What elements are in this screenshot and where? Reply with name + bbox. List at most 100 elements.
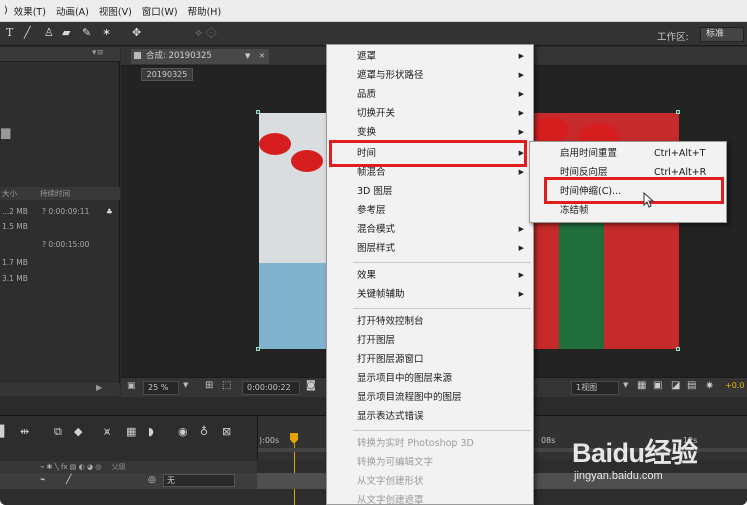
clone-stamp-icon[interactable]: ♙: [44, 26, 54, 39]
submenu-arrow-icon: ▶: [518, 290, 524, 298]
scroll-right-icon[interactable]: ▶: [96, 383, 102, 392]
frame-blending-icon[interactable]: ▦: [126, 425, 136, 438]
breadcrumb[interactable]: 20190325: [141, 68, 193, 81]
transform-handle[interactable]: [676, 110, 680, 114]
transform-handle[interactable]: [676, 347, 680, 351]
menu-item-create-masks-from-text[interactable]: 从文字创建遮罩: [327, 491, 533, 505]
toggle-pixel-icon[interactable]: ▦: [637, 380, 646, 391]
menu-item-effect[interactable]: 效果 ▶: [327, 266, 533, 285]
menu-item-reveal-in-project[interactable]: 显示项目中的图层来源: [327, 369, 533, 388]
draft-3d-icon[interactable]: ◆: [74, 425, 82, 438]
menu-item-quality[interactable]: 品质 ▶: [327, 85, 533, 104]
project-scrollbar[interactable]: ▶: [0, 383, 120, 396]
brainstorm-icon[interactable]: ♁: [200, 425, 208, 438]
quality-switch-icon[interactable]: ╱: [66, 475, 71, 485]
col-size-header[interactable]: 大小: [2, 187, 17, 200]
timeline-icon[interactable]: ◪: [671, 380, 680, 391]
project-row[interactable]: ...2 MB ? 0:00:09:11 ♣: [0, 205, 120, 219]
flow-icon[interactable]: ♣: [106, 205, 113, 219]
workspace-label: 工作区:: [657, 32, 689, 43]
menu-item-convert-editable-text[interactable]: 转换为可编辑文字: [327, 453, 533, 472]
live-update-icon[interactable]: ⧉: [54, 425, 62, 439]
exposure-value[interactable]: +0.0: [725, 381, 744, 390]
col-duration-header[interactable]: 持续时间: [40, 187, 70, 200]
project-row[interactable]: 1.7 MB: [0, 256, 120, 270]
comp-marker-icon[interactable]: ▌: [0, 425, 8, 438]
project-row[interactable]: 3.1 MB: [0, 272, 120, 286]
puppet-pin-icon[interactable]: ✶: [102, 26, 111, 39]
motion-blur-icon[interactable]: ◗: [148, 425, 154, 438]
pen-tool-icon[interactable]: ╱: [24, 26, 31, 39]
tab-dropdown-icon[interactable]: ▼: [245, 49, 250, 64]
parent-select[interactable]: 无: [163, 474, 235, 487]
region-of-interest-icon[interactable]: ▣: [127, 381, 136, 391]
transform-handle[interactable]: [256, 347, 260, 351]
axis-mode-icon[interactable]: ⟡ ⟐: [195, 26, 217, 40]
menu-item-convert-photoshop-3d[interactable]: 转换为实时 Photoshop 3D: [327, 434, 533, 453]
zoom-select[interactable]: 25 %: [143, 381, 179, 395]
mini-flowchart-icon[interactable]: ⇹: [20, 425, 29, 438]
project-column-header: 大小 持续时间: [0, 187, 120, 200]
menu-item-3d-layer[interactable]: 3D 图层: [327, 182, 533, 201]
type-tool-icon[interactable]: T: [6, 26, 13, 39]
submenu-arrow-icon: ▶: [518, 244, 524, 252]
comp-flowchart-icon[interactable]: ⊠: [222, 425, 231, 438]
puppet-tool-icon[interactable]: ✥: [132, 26, 141, 39]
tab-composition[interactable]: 合成: 20190325 ▼ ✕: [131, 49, 269, 64]
menu-item-create-shapes-from-text[interactable]: 从文字创建形状: [327, 472, 533, 491]
project-row[interactable]: ? 0:00:15:00: [0, 238, 120, 252]
tab-close-icon[interactable]: ✕: [259, 49, 265, 64]
shy-switch-icon[interactable]: ⌁: [40, 475, 45, 485]
menu-item-blending-mode[interactable]: 混合模式 ▶: [327, 220, 533, 239]
menu-item-effect[interactable]: 效果(T): [14, 4, 46, 18]
menu-item-open-layer[interactable]: 打开图层: [327, 331, 533, 350]
grid-icon[interactable]: ⊞: [205, 380, 213, 391]
menu-item-show-expression-errors[interactable]: 显示表达式错误: [327, 407, 533, 426]
submenu-arrow-icon: ▶: [518, 109, 524, 117]
mask-visibility-icon[interactable]: ⬚: [222, 380, 231, 391]
fast-preview-icon[interactable]: ▣: [653, 380, 662, 391]
mouse-cursor-icon: [643, 192, 655, 208]
submenu-arrow-icon: ▶: [518, 271, 524, 279]
ruler-label-0: ):00s: [259, 436, 280, 445]
panel-menu-icon[interactable]: ▾≡: [92, 48, 104, 58]
menu-item-view[interactable]: 视图(V): [99, 4, 132, 18]
menu-item-guide-layer[interactable]: 参考层: [327, 201, 533, 220]
playhead-icon[interactable]: [290, 433, 298, 444]
view-dropdown-icon[interactable]: ▼: [623, 381, 628, 389]
zoom-dropdown-icon[interactable]: ▼: [183, 381, 188, 389]
menu-item-help[interactable]: 帮助(H): [188, 4, 222, 18]
eraser-tool-icon[interactable]: ▰: [62, 26, 70, 39]
flowchart-icon[interactable]: ▤: [687, 380, 696, 391]
menu-item-mask[interactable]: 遮罩 ▶: [327, 47, 533, 66]
graph-editor-icon[interactable]: ◉: [178, 425, 188, 438]
menu-separator: [353, 430, 531, 431]
layer-row[interactable]: ⌁ ╱ ◎ 无: [0, 473, 257, 489]
snapshot-icon[interactable]: ◙: [306, 380, 316, 391]
exposure-icon[interactable]: ✷: [705, 379, 714, 392]
menu-item-open-layer-source[interactable]: 打开图层源窗口: [327, 350, 533, 369]
menu-item-reveal-in-flowchart[interactable]: 显示项目流程图中的图层: [327, 388, 533, 407]
current-time-field[interactable]: 0:00:00:22: [242, 381, 300, 395]
comp-tab-label: 合成: 20190325: [146, 51, 212, 61]
menu-item-truncated[interactable]: ): [4, 5, 8, 16]
watermark-url: jingyan.baidu.com: [574, 470, 663, 482]
layer-switches-header: ⌁ ✱ ╲ fx ▤ ◐ ◕ ◎ 父级: [0, 461, 257, 473]
menu-item-switches[interactable]: 切换开关 ▶: [327, 104, 533, 123]
comp-tab-icon: [134, 52, 141, 59]
menu-item-animation[interactable]: 动画(A): [56, 4, 89, 18]
project-row[interactable]: 1.5 MB: [0, 220, 120, 234]
hide-shy-icon[interactable]: ⩙: [104, 425, 110, 439]
view-layout-select[interactable]: 1视图: [571, 381, 619, 395]
parent-pickwhip-icon[interactable]: ◎: [148, 475, 156, 485]
menu-item-layer-styles[interactable]: 图层样式 ▶: [327, 239, 533, 258]
menu-item-open-effect-controls[interactable]: 打开特效控制台: [327, 312, 533, 331]
menu-item-enable-time-remap[interactable]: 启用时间重置 Ctrl+Alt+T: [530, 144, 726, 163]
roto-brush-icon[interactable]: ✎: [82, 26, 91, 39]
submenu-arrow-icon: ▶: [518, 71, 524, 79]
transform-handle[interactable]: [256, 110, 260, 114]
menu-item-window[interactable]: 窗口(W): [142, 4, 178, 18]
menu-item-keyframe-assistant[interactable]: 关键帧辅助 ▶: [327, 285, 533, 304]
workspace-select[interactable]: 标准: [700, 27, 744, 42]
menu-item-mask-shape-path[interactable]: 遮罩与形状路径 ▶: [327, 66, 533, 85]
